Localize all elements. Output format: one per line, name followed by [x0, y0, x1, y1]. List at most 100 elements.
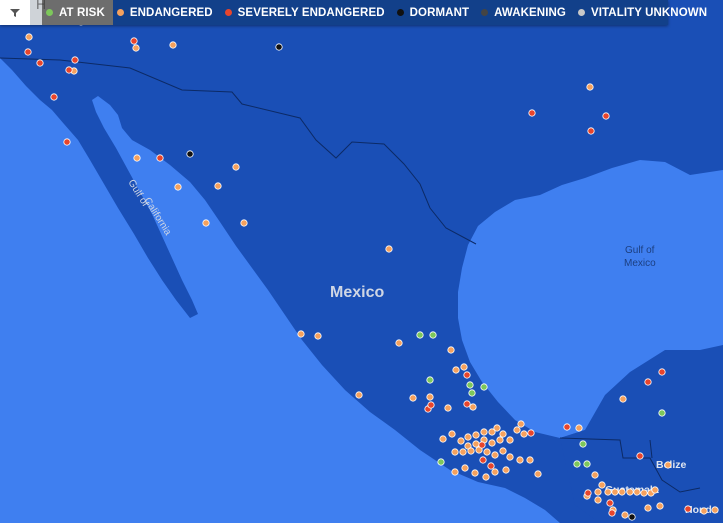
- marker-endangered[interactable]: [611, 488, 619, 496]
- marker-endangered[interactable]: [700, 507, 708, 515]
- legend-item-at-risk[interactable]: AT RISK: [42, 0, 113, 25]
- marker-endangered[interactable]: [506, 436, 514, 444]
- marker-endangered[interactable]: [444, 404, 452, 412]
- marker-endangered[interactable]: [447, 346, 455, 354]
- marker-at-risk[interactable]: [468, 389, 476, 397]
- marker-endangered[interactable]: [214, 182, 222, 190]
- marker-endangered[interactable]: [586, 83, 594, 91]
- marker-endangered[interactable]: [594, 488, 602, 496]
- marker-severely-endangered[interactable]: [587, 127, 595, 135]
- marker-severely-endangered[interactable]: [684, 505, 692, 513]
- marker-endangered[interactable]: [451, 448, 459, 456]
- marker-endangered[interactable]: [626, 488, 634, 496]
- marker-endangered[interactable]: [169, 41, 177, 49]
- marker-dormant[interactable]: [275, 43, 283, 51]
- marker-dormant[interactable]: [628, 513, 636, 521]
- marker-at-risk[interactable]: [466, 381, 474, 389]
- marker-endangered[interactable]: [502, 466, 510, 474]
- marker-severely-endangered[interactable]: [71, 56, 79, 64]
- marker-endangered[interactable]: [451, 468, 459, 476]
- marker-severely-endangered[interactable]: [487, 462, 495, 470]
- legend-item-vitality-unknown[interactable]: VITALITY UNKNOWN: [574, 0, 715, 25]
- marker-endangered[interactable]: [472, 440, 480, 448]
- marker-endangered[interactable]: [491, 468, 499, 476]
- toolbar-tab[interactable]: [30, 0, 42, 25]
- marker-severely-endangered[interactable]: [65, 66, 73, 74]
- marker-endangered[interactable]: [459, 448, 467, 456]
- marker-at-risk[interactable]: [429, 331, 437, 339]
- marker-endangered[interactable]: [395, 339, 403, 347]
- marker-endangered[interactable]: [644, 504, 652, 512]
- marker-endangered[interactable]: [619, 395, 627, 403]
- marker-endangered[interactable]: [633, 488, 641, 496]
- marker-endangered[interactable]: [491, 451, 499, 459]
- marker-endangered[interactable]: [534, 470, 542, 478]
- marker-severely-endangered[interactable]: [636, 452, 644, 460]
- filter-button[interactable]: [0, 0, 30, 25]
- legend-item-endangered[interactable]: ENDANGERED: [113, 0, 221, 25]
- marker-endangered[interactable]: [385, 245, 393, 253]
- legend-item-severely-endangered[interactable]: SEVERELY ENDANGERED: [221, 0, 393, 25]
- marker-endangered[interactable]: [461, 464, 469, 472]
- marker-severely-endangered[interactable]: [602, 112, 610, 120]
- marker-at-risk[interactable]: [583, 460, 591, 468]
- marker-endangered[interactable]: [469, 403, 477, 411]
- marker-endangered[interactable]: [483, 448, 491, 456]
- marker-dormant[interactable]: [186, 150, 194, 158]
- marker-endangered[interactable]: [426, 393, 434, 401]
- marker-severely-endangered[interactable]: [584, 489, 592, 497]
- marker-at-risk[interactable]: [658, 409, 666, 417]
- marker-endangered[interactable]: [464, 433, 472, 441]
- marker-endangered[interactable]: [471, 469, 479, 477]
- marker-endangered[interactable]: [517, 420, 525, 428]
- marker-severely-endangered[interactable]: [644, 378, 652, 386]
- marker-endangered[interactable]: [621, 511, 629, 519]
- marker-endangered[interactable]: [355, 391, 363, 399]
- marker-at-risk[interactable]: [437, 458, 445, 466]
- marker-at-risk[interactable]: [426, 376, 434, 384]
- marker-severely-endangered[interactable]: [36, 59, 44, 67]
- marker-endangered[interactable]: [496, 436, 504, 444]
- marker-endangered[interactable]: [297, 330, 305, 338]
- legend-item-awakening[interactable]: AWAKENING: [477, 0, 574, 25]
- marker-endangered[interactable]: [493, 424, 501, 432]
- marker-endangered[interactable]: [591, 471, 599, 479]
- marker-endangered[interactable]: [457, 437, 465, 445]
- marker-endangered[interactable]: [448, 430, 456, 438]
- marker-endangered[interactable]: [133, 154, 141, 162]
- marker-endangered[interactable]: [499, 447, 507, 455]
- marker-endangered[interactable]: [594, 496, 602, 504]
- marker-endangered[interactable]: [656, 502, 664, 510]
- marker-endangered[interactable]: [202, 219, 210, 227]
- marker-severely-endangered[interactable]: [527, 429, 535, 437]
- marker-severely-endangered[interactable]: [463, 400, 471, 408]
- marker-at-risk[interactable]: [480, 383, 488, 391]
- marker-severely-endangered[interactable]: [478, 441, 486, 449]
- legend-item-dormant[interactable]: DORMANT: [393, 0, 477, 25]
- marker-severely-endangered[interactable]: [563, 423, 571, 431]
- marker-endangered[interactable]: [174, 183, 182, 191]
- marker-endangered[interactable]: [480, 428, 488, 436]
- marker-severely-endangered[interactable]: [130, 37, 138, 45]
- marker-endangered[interactable]: [482, 473, 490, 481]
- marker-severely-endangered[interactable]: [528, 109, 536, 117]
- marker-endangered[interactable]: [640, 489, 648, 497]
- marker-severely-endangered[interactable]: [156, 154, 164, 162]
- marker-endangered[interactable]: [409, 394, 417, 402]
- marker-endangered[interactable]: [488, 439, 496, 447]
- marker-at-risk[interactable]: [416, 331, 424, 339]
- marker-endangered[interactable]: [651, 486, 659, 494]
- marker-endangered[interactable]: [240, 219, 248, 227]
- marker-severely-endangered[interactable]: [50, 93, 58, 101]
- marker-severely-endangered[interactable]: [479, 456, 487, 464]
- marker-severely-endangered[interactable]: [606, 499, 614, 507]
- marker-at-risk[interactable]: [579, 440, 587, 448]
- marker-endangered[interactable]: [472, 431, 480, 439]
- marker-at-risk[interactable]: [573, 460, 581, 468]
- marker-endangered[interactable]: [520, 430, 528, 438]
- marker-endangered[interactable]: [232, 163, 240, 171]
- marker-endangered[interactable]: [452, 366, 460, 374]
- marker-severely-endangered[interactable]: [658, 368, 666, 376]
- marker-endangered[interactable]: [526, 456, 534, 464]
- map-canvas[interactable]: Mexico Gulf of California Gulf of Mexico…: [0, 0, 723, 523]
